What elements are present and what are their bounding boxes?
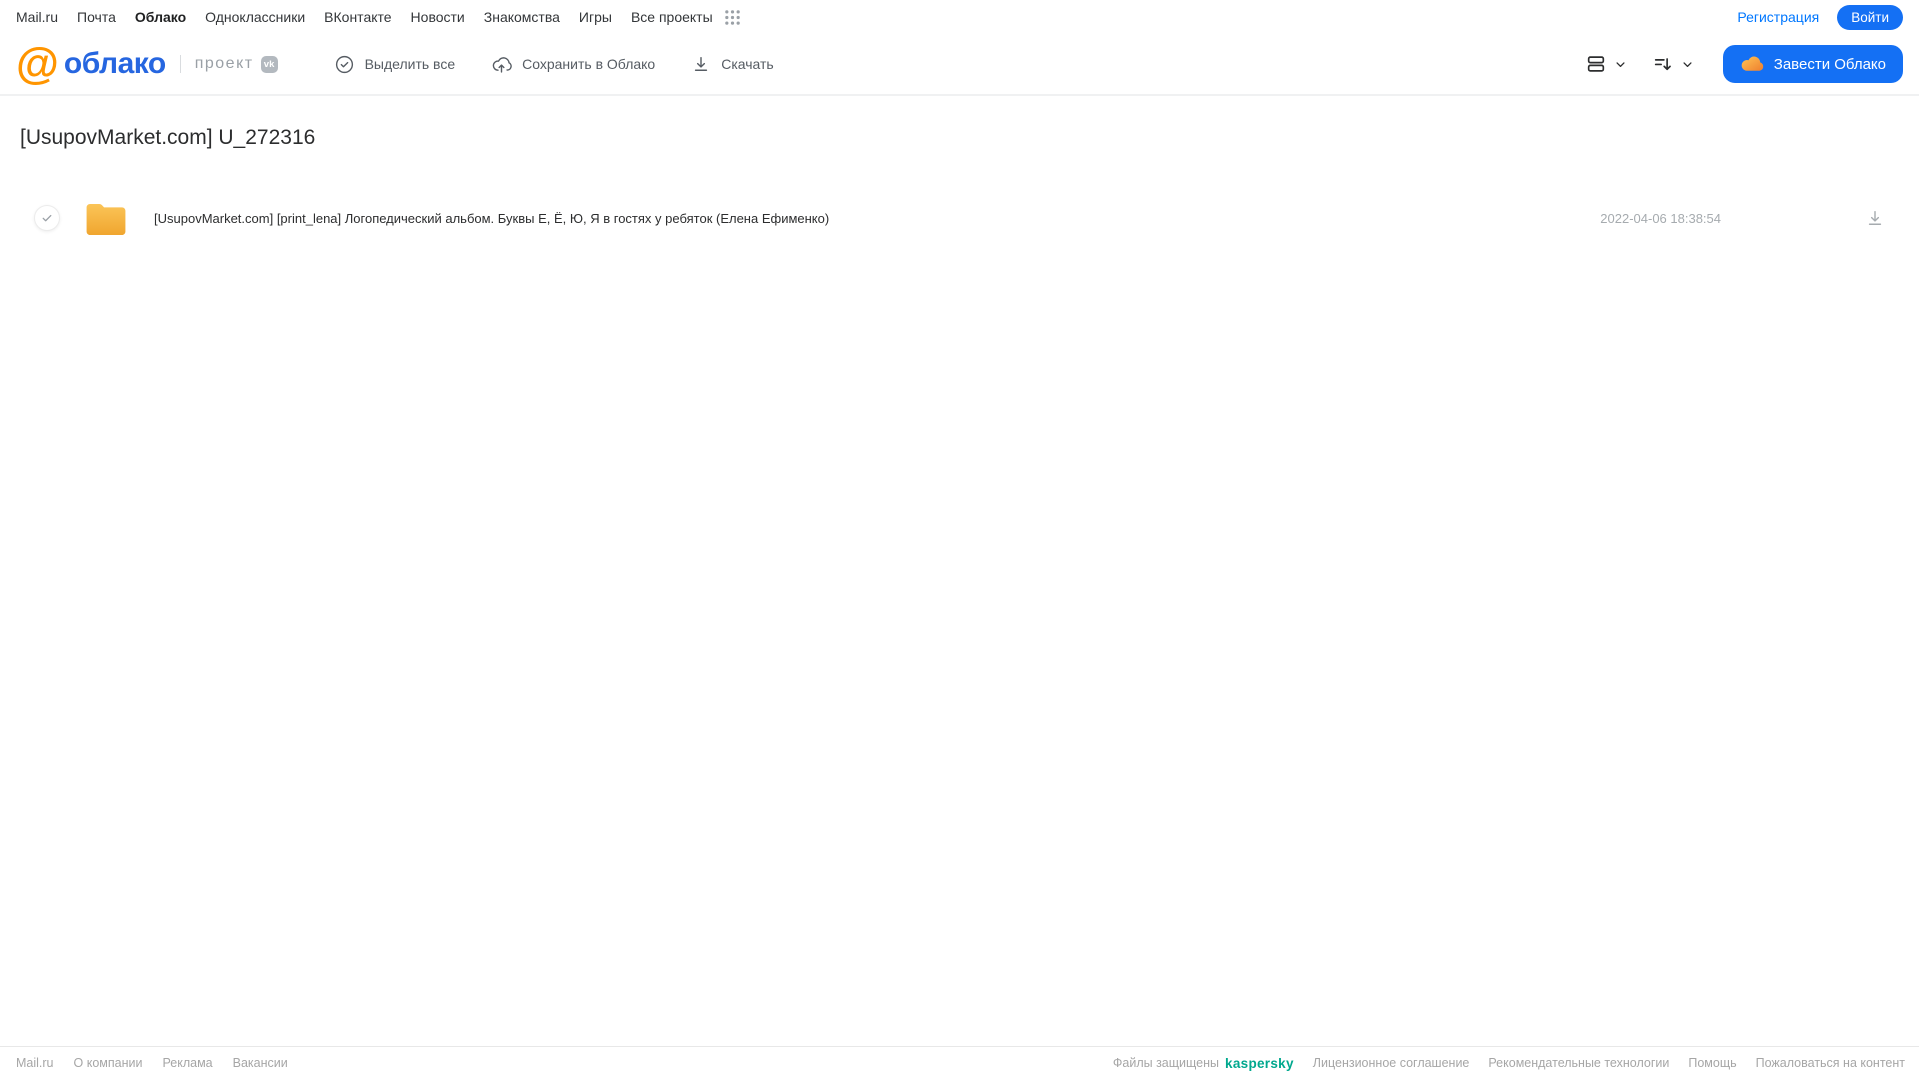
cloud-upload-icon (491, 54, 512, 75)
project-wrap: проект vk (179, 55, 278, 73)
footer-link-ads[interactable]: Реклама (162, 1056, 212, 1070)
select-all-label: Выделить все (364, 56, 456, 72)
topbar-nav: Mail.ru Почта Облако Одноклассники ВКонт… (16, 9, 713, 25)
save-to-cloud-label: Сохранить в Облако (522, 56, 656, 72)
project-label: проект (194, 55, 254, 72)
footer-link-license[interactable]: Лицензионное соглашение (1313, 1056, 1470, 1070)
file-date: 2022-04-06 18:38:54 (1600, 210, 1721, 226)
get-cloud-button[interactable]: Завести Облако (1722, 45, 1903, 83)
protected-label: Файлы защищены (1112, 1056, 1220, 1070)
logo-text: облако (63, 47, 166, 80)
download-label: Скачать (721, 56, 774, 72)
download-icon (691, 54, 711, 74)
row-download-icon[interactable] (1863, 206, 1887, 230)
footer-link-report-content[interactable]: Пожаловаться на контент (1756, 1056, 1905, 1070)
topbar-link-igry[interactable]: Игры (579, 9, 612, 25)
topbar-link-vkontakte[interactable]: ВКонтакте (324, 9, 391, 25)
topbar-link-odnoklassniki[interactable]: Одноклассники (205, 9, 305, 25)
list-view-icon (1585, 53, 1607, 75)
footer-right: Файлы защищены kaspersky Лицензионное со… (1113, 1056, 1905, 1071)
kaspersky-logo[interactable]: kaspersky (1225, 1056, 1294, 1071)
cloud-icon (1740, 54, 1764, 74)
file-row[interactable]: [UsupovMarket.com] [print_lena] Логопеди… (0, 196, 1919, 240)
login-button[interactable]: Войти (1837, 4, 1903, 30)
row-checkbox[interactable] (34, 205, 60, 231)
registration-link[interactable]: Регистрация (1737, 9, 1819, 25)
toolbar: Выделить все Сохранить в Облако Скачать (334, 54, 774, 75)
select-all-button[interactable]: Выделить все (334, 54, 456, 75)
topbar-right: Регистрация Войти (1737, 4, 1903, 30)
footer-link-help[interactable]: Помощь (1688, 1056, 1736, 1070)
view-mode-button[interactable] (1585, 53, 1628, 75)
download-button[interactable]: Скачать (691, 54, 774, 74)
footer-link-jobs[interactable]: Вакансии (233, 1056, 288, 1070)
check-circle-icon (334, 54, 355, 75)
topbar: Mail.ru Почта Облако Одноклассники ВКонт… (0, 0, 1919, 34)
footer-link-about[interactable]: О компании (74, 1056, 143, 1070)
save-to-cloud-button[interactable]: Сохранить в Облако (491, 54, 655, 75)
topbar-link-novosti[interactable]: Новости (411, 9, 465, 25)
sort-icon (1652, 53, 1674, 75)
cloud-logo[interactable]: @ облако проект vk (16, 39, 278, 88)
main-content: [UsupovMarket.com] U_272316 [UsupovMarke… (0, 126, 1919, 240)
topbar-link-pochta[interactable]: Почта (77, 9, 116, 25)
chevron-down-icon (1680, 57, 1695, 72)
footer: Mail.ru О компании Реклама Вакансии Файл… (0, 1046, 1919, 1079)
header-right: Завести Облако (1585, 45, 1903, 83)
header: @ облако проект vk Выделить все Сохранит… (0, 34, 1919, 96)
apps-grid-icon[interactable] (722, 7, 743, 28)
topbar-link-oblako[interactable]: Облако (135, 9, 186, 25)
kaspersky-protected: Файлы защищены kaspersky (1113, 1056, 1294, 1071)
mailru-at-icon: @ (16, 39, 59, 88)
page-title: [UsupovMarket.com] U_272316 (20, 126, 316, 149)
topbar-link-znakomstva[interactable]: Знакомства (484, 9, 560, 25)
get-cloud-label: Завести Облако (1773, 55, 1886, 73)
check-icon (40, 211, 54, 225)
topbar-link-mailru[interactable]: Mail.ru (16, 9, 58, 25)
folder-icon (86, 202, 126, 235)
footer-link-mailru[interactable]: Mail.ru (16, 1056, 54, 1070)
sort-button[interactable] (1652, 53, 1695, 75)
vk-badge-icon: vk (260, 55, 278, 73)
chevron-down-icon (1613, 57, 1628, 72)
file-name[interactable]: [UsupovMarket.com] [print_lena] Логопеди… (154, 211, 1580, 226)
footer-link-recommendation-tech[interactable]: Рекомендательные технологии (1488, 1056, 1669, 1070)
topbar-link-vse-proekty[interactable]: Все проекты (631, 9, 713, 25)
footer-left: Mail.ru О компании Реклама Вакансии (16, 1056, 288, 1070)
